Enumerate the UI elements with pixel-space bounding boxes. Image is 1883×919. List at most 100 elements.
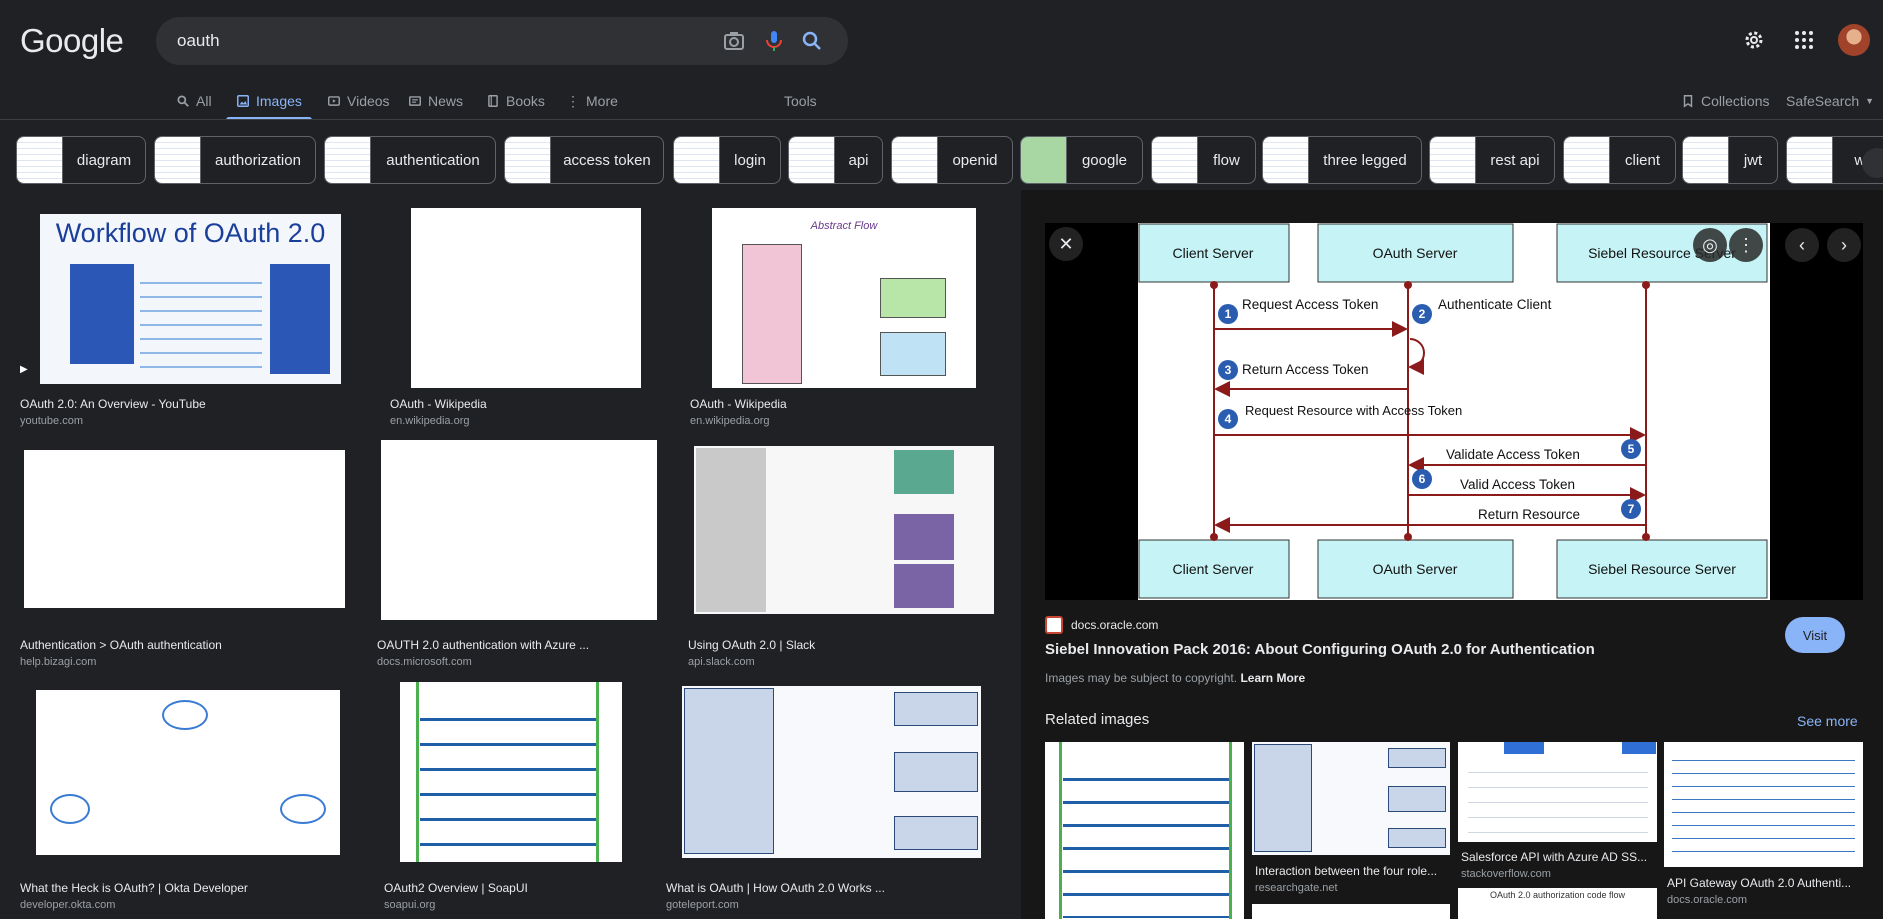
- search-input[interactable]: oauth: [177, 31, 220, 51]
- result-source: api.slack.com: [688, 656, 755, 668]
- chip-rest-api[interactable]: rest api: [1429, 136, 1555, 184]
- chip-three-legged[interactable]: three legged: [1262, 136, 1422, 184]
- image-preview-panel: 1 2 3 4 5 6 7 Client Server OAuth Server…: [1021, 190, 1883, 919]
- related-image-card[interactable]: API Gateway OAuth 2.0 Authenti... docs.o…: [1664, 742, 1863, 919]
- result-card[interactable]: OAuth - Wikipedia en.wikipedia.org: [380, 190, 680, 430]
- result-title[interactable]: Using OAuth 2.0 | Slack: [688, 638, 1008, 652]
- related-image-card[interactable]: Interaction between the four role... res…: [1252, 742, 1450, 919]
- related-image[interactable]: [1252, 742, 1450, 855]
- related-image-card[interactable]: [1045, 742, 1245, 919]
- result-title[interactable]: OAuth 2.0: An Overview - YouTube: [20, 397, 350, 411]
- auth-server-block: [894, 514, 954, 560]
- flow-arrows: [420, 696, 596, 856]
- chip-thumbnail: [674, 137, 720, 183]
- chip-openid[interactable]: openid: [891, 136, 1013, 184]
- tab-more[interactable]: ⋮ More: [566, 88, 618, 114]
- owner-block: [894, 692, 978, 726]
- result-card[interactable]: OAuth2 Overview | SoapUI soapui.org: [380, 674, 680, 914]
- result-title[interactable]: What is OAuth | How OAuth 2.0 Works ...: [666, 881, 996, 895]
- chip-authentication[interactable]: authentication: [324, 136, 496, 184]
- chip-flow[interactable]: flow: [1151, 136, 1256, 184]
- search-box[interactable]: oauth: [156, 17, 848, 65]
- result-image[interactable]: Workflow of OAuth 2.0: [40, 214, 341, 384]
- microphone-icon[interactable]: [762, 29, 786, 53]
- collections-link[interactable]: Collections: [1681, 88, 1769, 114]
- result-title[interactable]: Authentication > OAuth authentication: [20, 638, 350, 652]
- chip-client[interactable]: client: [1563, 136, 1676, 184]
- chip-login[interactable]: login: [673, 136, 781, 184]
- lens-search-icon[interactable]: ◎: [1693, 228, 1727, 262]
- result-title[interactable]: OAuth2 Overview | SoapUI: [384, 881, 674, 895]
- tab-books-label: Books: [506, 93, 545, 109]
- tab-news[interactable]: News: [408, 88, 463, 114]
- related-image-next[interactable]: OAuth 2.0 authorization code flow: [1458, 888, 1657, 919]
- learn-more-link[interactable]: Learn More: [1240, 671, 1305, 685]
- result-title[interactable]: OAuth - Wikipedia: [390, 397, 670, 411]
- tab-tools[interactable]: Tools: [784, 88, 817, 114]
- result-source: en.wikipedia.org: [690, 415, 770, 427]
- result-image[interactable]: [24, 450, 345, 608]
- related-image[interactable]: [1664, 742, 1863, 867]
- close-icon[interactable]: ✕: [1049, 227, 1083, 261]
- result-image[interactable]: Abstract Flow: [712, 208, 976, 388]
- preview-title[interactable]: Siebel Innovation Pack 2016: About Confi…: [1045, 641, 1595, 658]
- tab-books[interactable]: Books: [486, 88, 545, 114]
- chip-api[interactable]: api: [788, 136, 883, 184]
- result-image[interactable]: [411, 208, 641, 388]
- related-image-next[interactable]: [1252, 904, 1450, 919]
- related-title[interactable]: Interaction between the four role...: [1255, 864, 1449, 878]
- result-title[interactable]: OAuth - Wikipedia: [690, 397, 1010, 411]
- visit-button[interactable]: Visit: [1785, 617, 1845, 653]
- step-number: 2: [1419, 307, 1426, 321]
- chip-authorization[interactable]: authorization: [154, 136, 316, 184]
- related-image[interactable]: [1458, 742, 1657, 842]
- result-image[interactable]: [381, 440, 657, 620]
- result-card[interactable]: What the Heck is OAuth? | Okta Developer…: [0, 674, 360, 914]
- search-icon[interactable]: [800, 29, 824, 53]
- result-image[interactable]: [36, 690, 340, 855]
- next-chevron-icon[interactable]: ›: [1827, 228, 1861, 262]
- result-card[interactable]: Abstract Flow OAuth - Wikipedia en.wikip…: [680, 190, 1020, 430]
- previous-chevron-icon[interactable]: ‹: [1785, 228, 1819, 262]
- result-card[interactable]: Using OAuth 2.0 | Slack api.slack.com: [680, 432, 1020, 672]
- result-card[interactable]: What is OAuth | How OAuth 2.0 Works ... …: [660, 674, 1010, 914]
- chip-access-token[interactable]: access token: [504, 136, 664, 184]
- chip-google[interactable]: google: [1020, 136, 1143, 184]
- related-title[interactable]: Salesforce API with Azure AD SS...: [1461, 850, 1656, 864]
- cloud-shape: [50, 794, 90, 824]
- tab-videos[interactable]: Videos: [327, 88, 390, 114]
- tab-all[interactable]: All: [176, 88, 212, 114]
- related-title[interactable]: API Gateway OAuth 2.0 Authenti...: [1667, 876, 1862, 890]
- play-icon[interactable]: ▶: [20, 364, 28, 375]
- camera-icon[interactable]: [722, 29, 746, 53]
- see-more-link[interactable]: See more: [1797, 713, 1858, 729]
- preview-source[interactable]: docs.oracle.com: [1045, 616, 1158, 634]
- caret-down-icon: ▼: [1865, 96, 1875, 106]
- header-block: [1622, 742, 1656, 754]
- result-title[interactable]: OAUTH 2.0 authentication with Azure ...: [377, 638, 667, 652]
- related-image-card[interactable]: Salesforce API with Azure AD SS... stack…: [1458, 742, 1657, 919]
- result-card[interactable]: Authentication > OAuth authentication he…: [0, 432, 360, 672]
- google-logo[interactable]: Google: [20, 22, 124, 60]
- result-image[interactable]: [400, 682, 622, 862]
- chip-thumbnail: [1021, 137, 1067, 183]
- settings-gear-icon[interactable]: [1742, 28, 1766, 52]
- step-label: Request Resource with Access Token: [1245, 403, 1462, 418]
- result-card[interactable]: Workflow of OAuth 2.0 ▶ OAuth 2.0: An Ov…: [0, 190, 360, 430]
- related-image[interactable]: [1045, 742, 1244, 919]
- chip-label: diagram: [76, 151, 132, 169]
- result-title[interactable]: What the Heck is OAuth? | Okta Developer: [20, 881, 350, 895]
- more-options-icon[interactable]: ⋮: [1729, 228, 1763, 262]
- safesearch-dropdown[interactable]: SafeSearch ▼: [1786, 88, 1874, 114]
- account-avatar[interactable]: [1838, 24, 1870, 56]
- apps-grid-icon[interactable]: [1792, 28, 1816, 52]
- result-image[interactable]: [682, 686, 981, 858]
- chip-jwt[interactable]: jwt: [1682, 136, 1778, 184]
- tab-images[interactable]: Images: [236, 88, 302, 114]
- result-image[interactable]: [694, 446, 994, 614]
- header-block: [1504, 742, 1544, 754]
- chip-label: rest api: [1490, 151, 1540, 169]
- chip-diagram[interactable]: diagram: [16, 136, 146, 184]
- preview-image-frame[interactable]: 1 2 3 4 5 6 7 Client Server OAuth Server…: [1045, 223, 1863, 600]
- result-card[interactable]: OAUTH 2.0 authentication with Azure ... …: [370, 432, 670, 672]
